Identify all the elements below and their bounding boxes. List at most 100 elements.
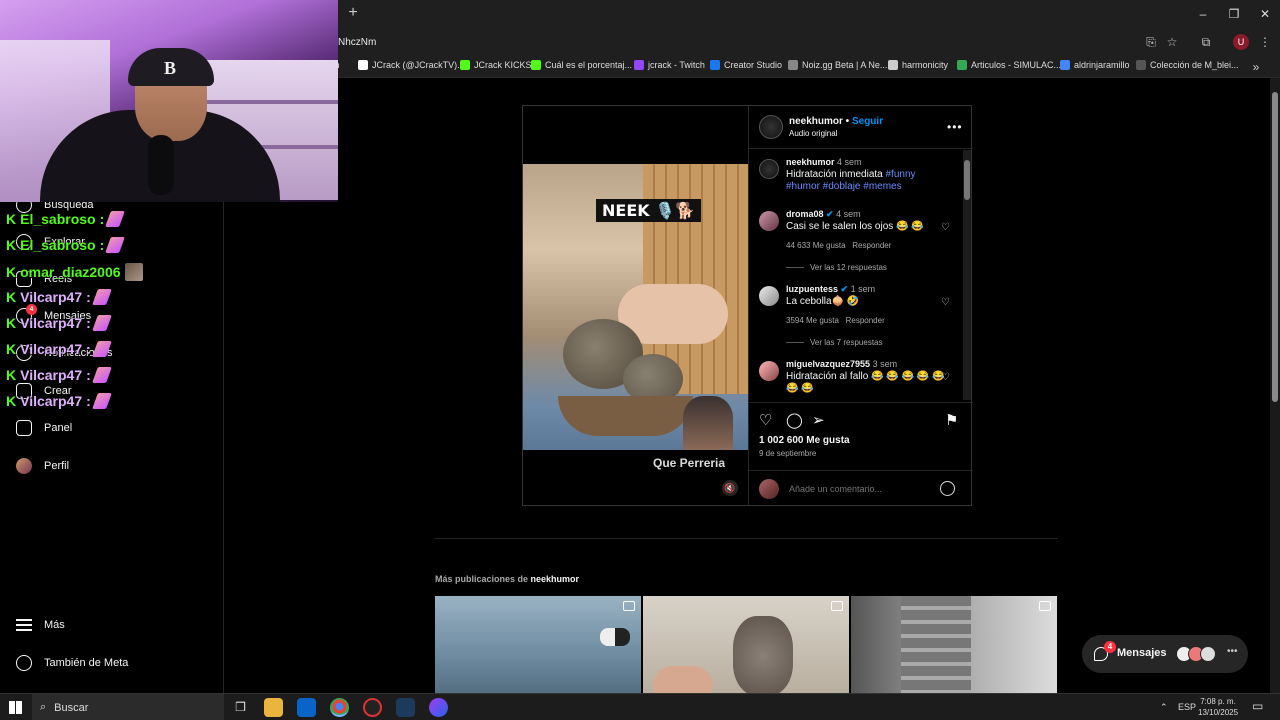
like-comment-icon[interactable]: ♡ — [941, 222, 950, 233]
bookmark-favicon-icon — [788, 60, 798, 70]
chrome-menu-icon[interactable]: ⋮ — [1257, 34, 1273, 50]
extensions-icon[interactable]: ⧉ — [1198, 34, 1214, 50]
taskbar-search[interactable]: ⌕ Buscar — [32, 694, 224, 720]
recent-contacts — [1176, 646, 1216, 662]
follow-button[interactable]: Seguir — [852, 116, 883, 127]
video-frame[interactable]: NEEK 🎙️🐕 — [523, 164, 748, 450]
bookmark-item[interactable]: Colección de M_blei... — [1136, 60, 1239, 70]
steam-icon[interactable] — [396, 698, 415, 717]
bookmark-item[interactable]: Cuál es el porcentaj... — [531, 60, 632, 70]
bookmark-star-icon[interactable]: ☆ — [1164, 34, 1180, 50]
bookmark-item[interactable]: aldrinjaramillo — [1060, 60, 1130, 70]
like-comment-icon[interactable]: ♡ — [941, 297, 950, 308]
avatar[interactable] — [759, 361, 779, 381]
page-scrollbar[interactable] — [1270, 78, 1280, 693]
comment-username[interactable]: neekhumor — [786, 157, 835, 167]
close-window-button[interactable]: ✕ — [1254, 4, 1276, 24]
bookmark-item[interactable]: JCrack (@JCrackTV)... — [358, 60, 465, 70]
more-posts-username[interactable]: neekhumor — [531, 574, 580, 584]
obs-icon[interactable] — [363, 698, 382, 717]
chat-message: K El_sabroso : — [6, 237, 126, 253]
avatar[interactable] — [759, 115, 783, 139]
chat-emote-icon — [91, 289, 112, 305]
like-count[interactable]: 1 002 600 Me gusta — [759, 435, 850, 446]
post-thumbnail[interactable] — [435, 596, 641, 693]
like-comment-icon[interactable]: ♡ — [941, 372, 950, 383]
file-explorer-icon[interactable] — [264, 698, 283, 717]
chrome-icon[interactable] — [330, 698, 349, 717]
more-options-icon[interactable]: ••• — [947, 120, 963, 134]
reply-button[interactable]: Responder — [852, 241, 891, 250]
mute-icon[interactable]: 🔇 — [722, 480, 738, 496]
save-icon[interactable]: ⚑ — [945, 411, 958, 429]
comment-text: La cebolla🧅 🤣 — [786, 296, 860, 307]
bookmark-item[interactable]: JCrack KICKS — [460, 60, 532, 70]
avatar[interactable] — [759, 159, 779, 179]
emoji-icon[interactable] — [940, 481, 955, 496]
nav-dashboard[interactable]: Panel — [16, 420, 72, 436]
post-username[interactable]: neekhumor — [789, 116, 843, 127]
nav-profile[interactable]: Perfil — [16, 458, 69, 474]
avatar — [759, 479, 779, 499]
bookmark-item[interactable]: harmonicity — [888, 60, 948, 70]
chat-username: El_sabroso — [20, 237, 96, 253]
add-comment-bar — [749, 470, 973, 505]
install-app-icon[interactable]: ⎘ — [1143, 34, 1159, 50]
new-tab-button[interactable]: + — [345, 5, 361, 21]
address-bar[interactable]: NhczNm — [338, 37, 376, 48]
view-replies[interactable]: Ver las 7 respuestas — [786, 338, 882, 347]
post-thumbnail[interactable] — [643, 596, 849, 693]
avatar[interactable] — [759, 286, 779, 306]
post-card: NEEK 🎙️🐕 Que Perreria 🔇 neekhumor • Segu… — [522, 105, 973, 506]
language-indicator[interactable]: ESP — [1178, 702, 1196, 712]
nav-more[interactable]: Más — [16, 617, 65, 633]
menu-icon — [16, 617, 32, 633]
bookmarks-overflow-icon[interactable]: » — [1248, 59, 1264, 75]
messages-pill[interactable]: 4 Mensajes ••• — [1082, 635, 1248, 673]
reply-button[interactable]: Responder — [846, 316, 885, 325]
bookmark-favicon-icon — [1060, 60, 1070, 70]
divider — [435, 538, 1058, 539]
chat-message: K Vilcarp47 : — [6, 393, 112, 409]
messenger-app-icon[interactable] — [429, 698, 448, 717]
messages-label: Mensajes — [1117, 647, 1167, 659]
outlook-icon[interactable] — [297, 698, 316, 717]
messages-badge: 4 — [26, 304, 37, 315]
chat-message: Komar_diaz2006 — [6, 263, 143, 281]
chat-username: Vilcarp47 — [20, 367, 83, 383]
bookmark-item[interactable]: Creator Studio — [710, 60, 782, 70]
share-icon[interactable]: ➢ — [812, 411, 825, 429]
notifications-icon[interactable]: ▭ — [1252, 699, 1263, 713]
comment-input[interactable] — [789, 484, 929, 494]
comment-username[interactable]: droma08 — [786, 209, 824, 219]
minimize-button[interactable]: – — [1192, 4, 1214, 24]
comment-username[interactable]: miguelvazquez7955 — [786, 359, 870, 369]
comments-scrollbar[interactable] — [963, 150, 971, 400]
tray-chevron-icon[interactable]: ⌃ — [1160, 702, 1168, 713]
post-actions: ♡ ◯ ➢ ⚑ 1 002 600 Me gusta 9 de septiemb… — [749, 402, 973, 462]
post-thumbnail[interactable] — [851, 596, 1057, 693]
bookmark-item[interactable]: jcrack - Twitch — [634, 60, 705, 70]
post-media[interactable]: NEEK 🎙️🐕 Que Perreria 🔇 — [523, 106, 748, 505]
clock[interactable]: 7:08 p. m. 13/10/2025 — [1198, 696, 1238, 718]
comment-username[interactable]: luzpuentess — [786, 284, 838, 294]
profile-icon[interactable]: U — [1233, 34, 1249, 50]
audio-label[interactable]: Audio original — [789, 129, 837, 138]
reel-icon — [831, 601, 843, 611]
bookmark-item[interactable]: Articulos - SIMULAC... — [957, 60, 1061, 70]
avatar[interactable] — [759, 211, 779, 231]
comment-icon[interactable]: ◯ — [786, 411, 803, 429]
like-icon[interactable]: ♡ — [759, 411, 772, 429]
kick-badge-icon: K — [6, 393, 17, 409]
view-replies[interactable]: Ver las 12 respuestas — [786, 263, 887, 272]
task-view-icon[interactable]: ❒ — [231, 698, 250, 717]
kick-badge-icon: K — [6, 289, 17, 305]
kick-badge-icon: K — [6, 264, 17, 280]
nav-also-from-meta[interactable]: También de Meta — [16, 655, 128, 671]
bookmark-item[interactable]: Noiz.gg Beta | A Ne... — [788, 60, 887, 70]
restore-button[interactable]: ❐ — [1223, 4, 1245, 24]
windows-taskbar: ⌕ Buscar ❒ ⌃ ESP 7:08 p. m. 13/10/2025 ▭ — [0, 693, 1280, 720]
windows-start-icon[interactable] — [9, 701, 22, 714]
post-date: 9 de septiembre — [759, 449, 817, 458]
video-caption: Que Perreria — [653, 456, 726, 470]
